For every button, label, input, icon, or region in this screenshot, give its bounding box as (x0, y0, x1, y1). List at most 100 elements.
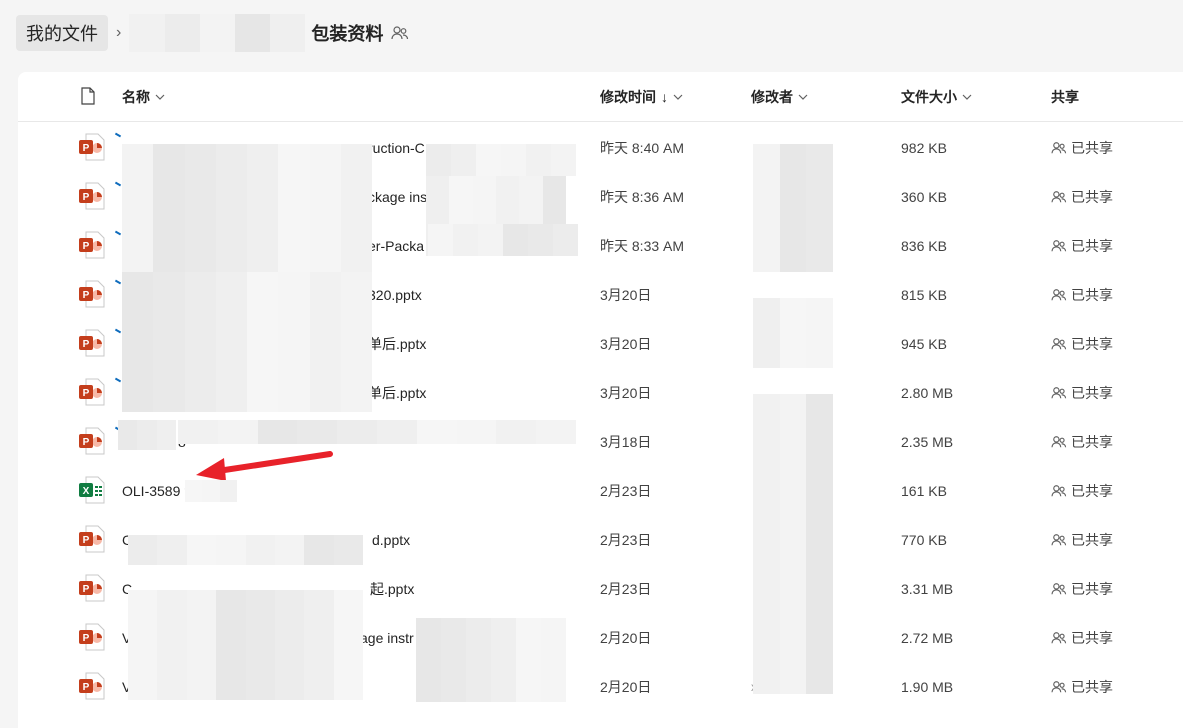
file-size: 3.31 MB (901, 580, 954, 597)
powerpoint-file-icon: P (78, 524, 106, 554)
modified-date: 3月20日 (600, 335, 652, 352)
shared-people-icon (1051, 435, 1067, 449)
sharing-status[interactable]: 已共享 (1051, 662, 1113, 711)
sharing-status[interactable]: 已共享 (1051, 564, 1113, 613)
sharing-status[interactable]: 已共享 (1051, 466, 1113, 515)
svg-text:P: P (83, 535, 90, 546)
modified-date: 昨天 8:33 AM (600, 237, 685, 254)
redacted-region (426, 144, 576, 176)
file-size: 770 KB (901, 531, 947, 548)
svg-text:P: P (83, 143, 90, 154)
chevron-down-icon (155, 94, 165, 101)
svg-text:P: P (83, 290, 90, 301)
sharing-status-label: 已共享 (1071, 237, 1113, 254)
sharing-status[interactable]: 已共享 (1051, 172, 1113, 221)
shared-people-icon (1051, 141, 1067, 155)
svg-text:X: X (83, 486, 90, 497)
shared-people-icon (1051, 239, 1067, 253)
sort-descending-icon: ↓ (661, 89, 668, 105)
sharing-status[interactable]: 已共享 (1051, 613, 1113, 662)
svg-text:P: P (83, 241, 90, 252)
shared-people-icon (1051, 533, 1067, 547)
redacted-region (122, 144, 372, 272)
file-size: 815 KB (901, 286, 947, 303)
breadcrumb-root-my-files[interactable]: 我的文件 (16, 15, 108, 51)
redacted-region (128, 535, 363, 565)
svg-text:P: P (83, 339, 90, 350)
svg-text:P: P (83, 584, 90, 595)
svg-text:P: P (83, 192, 90, 203)
file-list-panel: 名称 修改时间 ↓ 修改者 文件大小 共享 Pruction-C...昨天 8:… (18, 72, 1183, 728)
powerpoint-file-icon: P (78, 181, 106, 211)
shared-people-icon (1051, 484, 1067, 498)
column-header-size[interactable]: 文件大小 (901, 72, 972, 122)
sharing-status[interactable]: 已共享 (1051, 368, 1113, 417)
new-file-indicator-icon (114, 181, 122, 187)
powerpoint-file-icon: P (78, 377, 106, 407)
shared-people-icon (1051, 337, 1067, 351)
shared-people-icon (1051, 386, 1067, 400)
column-header-sharing[interactable]: 共享 (1051, 72, 1079, 122)
sharing-status-label: 已共享 (1071, 433, 1113, 450)
file-size: 982 KB (901, 139, 947, 156)
powerpoint-file-icon: P (78, 622, 106, 652)
column-header-modified[interactable]: 修改时间 ↓ (600, 72, 683, 122)
shared-people-icon (1051, 680, 1067, 694)
file-size: 945 KB (901, 335, 947, 352)
annotation-arrow (196, 451, 333, 481)
sharing-status-label: 已共享 (1071, 286, 1113, 303)
powerpoint-file-icon: P (78, 328, 106, 358)
column-header-row: 名称 修改时间 ↓ 修改者 文件大小 共享 (18, 72, 1183, 122)
new-file-indicator-icon (114, 279, 122, 285)
sharing-status[interactable]: 已共享 (1051, 123, 1113, 172)
file-name-text: 单后.pptx (368, 384, 427, 401)
shared-people-icon (391, 25, 409, 41)
breadcrumb: 我的文件 › 包装资料 (16, 14, 409, 52)
sharing-status-label: 已共享 (1071, 678, 1113, 695)
modified-date: 2月20日 (600, 629, 652, 646)
modified-date: 昨天 8:36 AM (600, 188, 685, 205)
breadcrumb-current-folder[interactable]: 包装资料 (311, 20, 383, 46)
file-name-suffix: 起.pptx (370, 580, 415, 597)
redacted-region (753, 298, 834, 368)
file-name-text: 320.pptx (368, 286, 422, 303)
sharing-status[interactable]: 已共享 (1051, 221, 1113, 270)
breadcrumb-separator: › (116, 24, 122, 41)
column-header-modified-by-label: 修改者 (751, 89, 793, 105)
new-file-indicator-icon (114, 132, 122, 138)
sharing-status[interactable]: 已共享 (1051, 270, 1113, 319)
svg-text:P: P (83, 633, 90, 644)
powerpoint-file-icon: P (78, 132, 106, 162)
column-header-size-label: 文件大小 (901, 89, 957, 105)
sharing-status-label: 已共享 (1071, 629, 1113, 646)
chevron-down-icon (962, 94, 972, 101)
chevron-down-icon (673, 94, 683, 101)
modified-date: 3月20日 (600, 384, 652, 401)
sharing-status[interactable]: 已共享 (1051, 319, 1113, 368)
redacted-region (416, 618, 566, 702)
powerpoint-file-icon: P (78, 426, 106, 456)
sharing-status-label: 已共享 (1071, 531, 1113, 548)
modified-date: 2月23日 (600, 531, 652, 548)
shared-people-icon (1051, 631, 1067, 645)
file-size: 360 KB (901, 188, 947, 205)
redacted-region (128, 590, 363, 700)
column-header-name-label: 名称 (122, 89, 150, 105)
file-type-header[interactable] (80, 72, 96, 122)
column-header-modified-by[interactable]: 修改者 (751, 72, 808, 122)
redacted-region (122, 272, 372, 412)
shared-people-icon (1051, 190, 1067, 204)
redacted-region (753, 394, 834, 694)
column-header-name[interactable]: 名称 (122, 72, 165, 122)
sharing-status-label: 已共享 (1071, 188, 1113, 205)
file-name-suffix: age instr (360, 629, 414, 646)
sharing-status-label: 已共享 (1071, 384, 1113, 401)
powerpoint-file-icon: P (78, 230, 106, 260)
modified-date: 2月23日 (600, 482, 652, 499)
sharing-status-label: 已共享 (1071, 482, 1113, 499)
modified-date: 3月20日 (600, 286, 652, 303)
chevron-down-icon (798, 94, 808, 101)
sharing-status[interactable]: 已共享 (1051, 417, 1113, 466)
sharing-status[interactable]: 已共享 (1051, 515, 1113, 564)
svg-text:P: P (83, 388, 90, 399)
